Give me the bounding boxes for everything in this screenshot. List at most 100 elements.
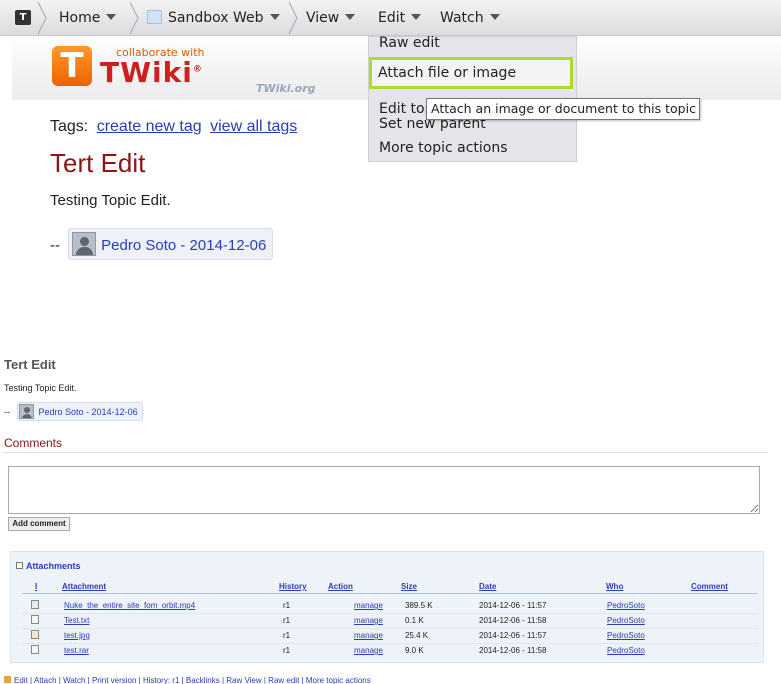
action-cell: manage — [354, 631, 383, 640]
size-cell: 9.0 K — [405, 646, 424, 655]
who-cell: PedroSoto — [607, 601, 645, 610]
size-cell: 25.4 K — [405, 631, 429, 640]
topic-body: Testing Topic Edit. — [50, 192, 171, 209]
column-header-who[interactable]: Who — [606, 582, 623, 591]
history-cell: r1 — [283, 616, 291, 625]
column-header-action[interactable]: Action — [328, 582, 353, 591]
text-file-icon — [31, 615, 39, 624]
logo-wordmark[interactable]: TWiki® — [100, 56, 203, 89]
column-header-icon[interactable]: I — [35, 582, 37, 591]
user-link[interactable]: PedroSoto — [607, 646, 645, 655]
signature-link[interactable]: Pedro Soto - 2014-12-06 — [68, 228, 274, 260]
manage-link[interactable]: manage — [354, 601, 383, 610]
page-title-small: Tert Edit — [4, 360, 56, 370]
registered-mark: ® — [192, 64, 203, 75]
history-cell: r1 — [283, 601, 291, 610]
signature-prefix: -- — [50, 237, 60, 254]
pencil-icon — [4, 676, 11, 683]
comments-heading: Comments — [4, 436, 63, 450]
watch-menu-label: Watch — [440, 10, 484, 26]
web-menu-label: Sandbox Web — [168, 10, 264, 26]
tags-line: Tags: create new tag view all tags — [50, 118, 297, 136]
menu-item-attach-label: Attach file or image — [378, 65, 517, 81]
manage-link[interactable]: manage — [354, 631, 383, 640]
collapse-toggle-icon — [16, 562, 23, 569]
attachment-link[interactable]: test.jpg — [64, 631, 90, 640]
who-cell: PedroSoto — [607, 616, 645, 625]
table-row: Nuke_the_entire_site_fom_orbit.mp4 — [64, 601, 195, 610]
column-header-attachment[interactable]: Attachment — [62, 582, 106, 591]
history-cell: r1 — [283, 646, 291, 655]
top-toolbar: T Home Sandbox Web View Edit Watch — [0, 0, 781, 36]
column-header-size[interactable]: Size — [401, 582, 417, 591]
signature-line: -- Pedro Soto - 2014-12-06 — [50, 228, 274, 260]
web-menu[interactable]: Sandbox Web — [147, 10, 280, 26]
menu-item-raw-edit[interactable]: Raw edit — [379, 35, 440, 51]
date-cell: 2014-12-06 - 11:57 — [479, 631, 547, 640]
tooltip: Attach an image or document to this topi… — [426, 98, 700, 120]
chevron-down-icon — [345, 14, 356, 20]
user-link[interactable]: PedroSoto — [607, 601, 645, 610]
edit-menu[interactable]: Edit — [378, 10, 422, 26]
table-row: test.jpg — [64, 631, 90, 640]
home-menu-label: Home — [59, 10, 101, 26]
who-cell: PedroSoto — [607, 646, 645, 655]
action-cell: manage — [354, 616, 383, 625]
create-tag-link[interactable]: create new tag — [97, 118, 202, 135]
signature-link[interactable]: Pedro Soto - 2014-12-06 — [16, 402, 143, 421]
watch-menu[interactable]: Watch — [440, 10, 500, 26]
topic-actions-text: Edit | Attach | Watch | Print version | … — [14, 676, 371, 684]
attachments-heading: Attachments — [26, 561, 81, 571]
menu-item-attach[interactable]: Attach file or image — [369, 57, 573, 89]
column-header-date[interactable]: Date — [479, 582, 496, 591]
attachment-link[interactable]: test.rar — [64, 646, 89, 655]
video-file-icon — [31, 600, 39, 609]
divider — [4, 452, 768, 453]
manage-link[interactable]: manage — [354, 616, 383, 625]
divider — [22, 643, 758, 644]
date-cell: 2014-12-06 - 11:58 — [479, 646, 547, 655]
view-menu[interactable]: View — [306, 10, 356, 26]
user-link[interactable]: PedroSoto — [607, 631, 645, 640]
avatar — [72, 232, 97, 256]
twiki-org-mark: TWiki.org — [256, 82, 316, 95]
comment-textarea[interactable] — [8, 466, 760, 514]
date-cell: 2014-12-06 - 11:57 — [479, 601, 547, 610]
signature-text: Pedro Soto - 2014-12-06 — [101, 237, 267, 254]
who-cell: PedroSoto — [607, 631, 645, 640]
home-menu[interactable]: Home — [59, 10, 117, 26]
image-file-icon — [31, 630, 39, 639]
history-cell: r1 — [283, 631, 291, 640]
divider — [22, 613, 758, 614]
chevron-down-icon — [269, 14, 280, 20]
breadcrumb-separator-icon — [288, 1, 298, 35]
chevron-down-icon — [489, 14, 500, 20]
attachments-toggle[interactable]: Attachments — [16, 561, 81, 571]
signature-text: Pedro Soto - 2014-12-06 — [38, 407, 138, 417]
breadcrumb-separator-icon — [129, 1, 139, 35]
divider — [22, 628, 758, 629]
page-title: Tert Edit — [50, 148, 146, 178]
web-icon — [147, 10, 162, 24]
column-header-history[interactable]: History — [279, 582, 307, 591]
signature-line-small: -- Pedro Soto - 2014-12-06 — [4, 402, 143, 421]
chevron-down-icon — [106, 14, 117, 20]
column-header-comment[interactable]: Comment — [691, 582, 728, 591]
manage-link[interactable]: manage — [354, 646, 383, 655]
topic-actions-bar[interactable]: Edit | Attach | Watch | Print version | … — [4, 676, 371, 684]
size-cell: 389.5 K — [405, 601, 433, 610]
logo-wordmark-text: TWiki — [100, 56, 193, 89]
add-comment-button[interactable]: Add comment — [8, 517, 70, 531]
menu-item-more-actions[interactable]: More topic actions — [379, 140, 508, 156]
attachment-link[interactable]: Nuke_the_entire_site_fom_orbit.mp4 — [64, 601, 195, 610]
twiki-brand-logo-icon[interactable]: T — [52, 46, 92, 86]
archive-file-icon — [31, 645, 39, 654]
view-tags-link[interactable]: view all tags — [210, 118, 297, 135]
size-cell: 0.1 K — [405, 616, 424, 625]
view-menu-label: View — [306, 10, 340, 26]
twiki-logo-icon[interactable]: T — [15, 10, 31, 25]
attachment-link[interactable]: Test.txt — [64, 616, 89, 625]
user-link[interactable]: PedroSoto — [607, 616, 645, 625]
table-row: test.rar — [64, 646, 89, 655]
date-cell: 2014-12-06 - 11:58 — [479, 616, 547, 625]
